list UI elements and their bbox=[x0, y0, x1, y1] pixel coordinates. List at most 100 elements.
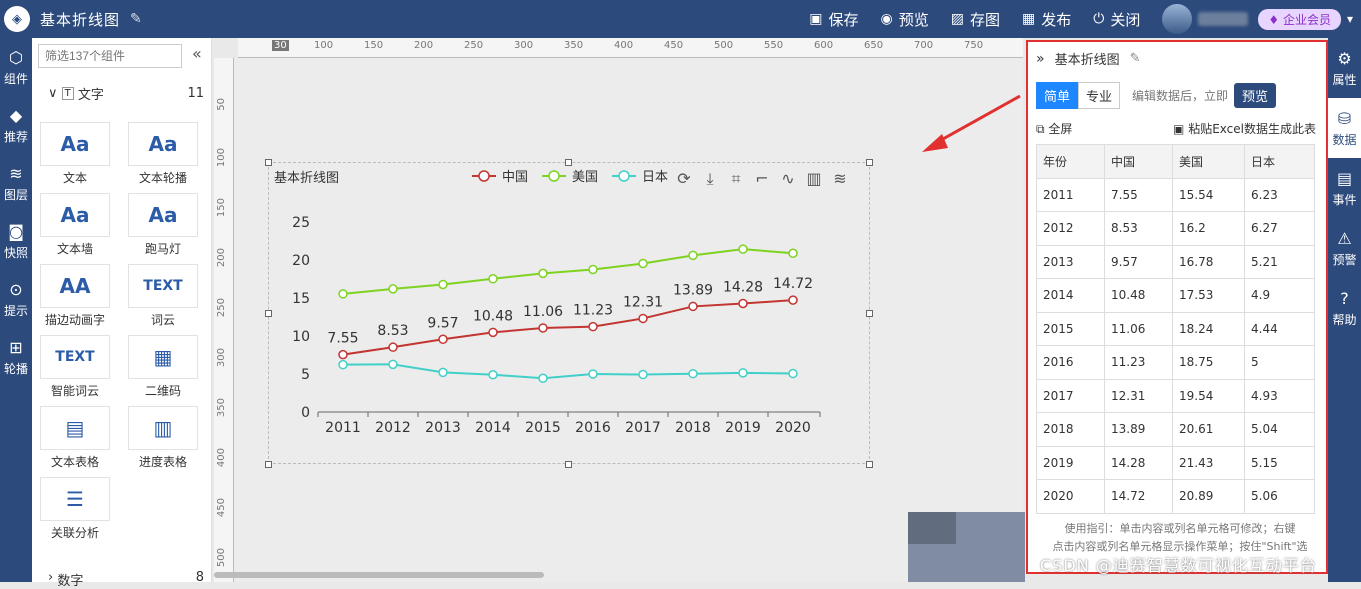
column-header[interactable]: 中国 bbox=[1104, 144, 1173, 179]
table-cell[interactable]: 20.89 bbox=[1172, 479, 1245, 514]
data-point[interactable] bbox=[388, 359, 398, 370]
table-cell[interactable]: 8.53 bbox=[1104, 211, 1173, 246]
table-cell[interactable]: 2015 bbox=[1036, 311, 1105, 346]
left-nav-item-0[interactable]: ⬡ 组件 bbox=[0, 38, 32, 96]
data-point[interactable] bbox=[338, 349, 348, 360]
component-item[interactable]: ▥ 进度表格 bbox=[128, 406, 198, 470]
table-cell[interactable]: 2018 bbox=[1036, 412, 1105, 447]
data-point[interactable] bbox=[588, 369, 598, 379]
table-cell[interactable]: 2016 bbox=[1036, 345, 1105, 380]
series-line-0[interactable] bbox=[342, 299, 794, 356]
data-point[interactable] bbox=[588, 264, 598, 275]
table-cell[interactable]: 18.24 bbox=[1172, 311, 1245, 346]
table-cell[interactable]: 2017 bbox=[1036, 378, 1105, 413]
data-point[interactable] bbox=[338, 289, 348, 299]
table-cell[interactable]: 17.53 bbox=[1172, 278, 1245, 313]
data-point[interactable] bbox=[388, 342, 398, 352]
table-cell[interactable]: 2013 bbox=[1036, 244, 1105, 279]
data-point[interactable] bbox=[788, 368, 798, 379]
data-point[interactable] bbox=[438, 334, 448, 345]
right-nav-item-4[interactable]: ? 帮助 bbox=[1328, 278, 1361, 338]
avatar[interactable] bbox=[1162, 4, 1193, 34]
tab-simple[interactable]: 简单 bbox=[1036, 82, 1079, 109]
series-line-2[interactable] bbox=[342, 363, 794, 380]
legend-item[interactable]: 中国 bbox=[472, 170, 528, 185]
table-cell[interactable]: 20.61 bbox=[1172, 412, 1245, 447]
legend-item[interactable]: 日本 bbox=[612, 170, 668, 185]
toolbar-button-2[interactable]: ▨ 存图 bbox=[951, 9, 1000, 30]
table-cell[interactable]: 5 bbox=[1244, 345, 1315, 380]
crop-reset-icon[interactable]: ⌐ bbox=[755, 169, 768, 188]
component-item[interactable]: ▦ 二维码 bbox=[128, 335, 198, 399]
data-point[interactable] bbox=[488, 327, 498, 338]
minimap-viewport[interactable] bbox=[908, 512, 956, 544]
table-cell[interactable]: 10.48 bbox=[1104, 278, 1173, 313]
data-point[interactable] bbox=[738, 368, 748, 378]
data-point[interactable] bbox=[388, 284, 398, 294]
table-cell[interactable]: 11.23 bbox=[1104, 345, 1173, 380]
table-cell[interactable]: 5.04 bbox=[1244, 412, 1315, 447]
refresh-icon[interactable]: ⟳ bbox=[677, 169, 691, 188]
table-cell[interactable]: 16.78 bbox=[1172, 244, 1245, 279]
toolbar-button-1[interactable]: ◉ 预览 bbox=[881, 9, 929, 30]
data-point[interactable] bbox=[638, 369, 648, 380]
legend-item[interactable]: 美国 bbox=[542, 170, 598, 185]
component-item[interactable]: Aa 文本墙 bbox=[40, 193, 110, 257]
fullscreen-button[interactable]: ⧉ 全屏 bbox=[1036, 120, 1072, 137]
data-point[interactable] bbox=[438, 279, 448, 290]
left-nav-item-4[interactable]: ⊙ 提示 bbox=[0, 270, 32, 328]
component-item[interactable]: TEXT 词云 bbox=[128, 264, 198, 328]
search-input[interactable] bbox=[38, 44, 182, 68]
component-item[interactable]: ☰ 关联分析 bbox=[40, 477, 110, 541]
canvas-scrollbar[interactable] bbox=[214, 572, 544, 578]
table-cell[interactable]: 19.54 bbox=[1172, 378, 1245, 413]
table-cell[interactable]: 4.44 bbox=[1244, 311, 1315, 346]
component-item[interactable]: Aa 文本 bbox=[40, 122, 110, 186]
table-cell[interactable]: 13.89 bbox=[1104, 412, 1173, 447]
column-header[interactable]: 日本 bbox=[1244, 144, 1315, 179]
data-point[interactable] bbox=[438, 367, 448, 378]
data-point[interactable] bbox=[638, 313, 648, 324]
data-point[interactable] bbox=[738, 244, 748, 254]
toolbar-button-3[interactable]: ▦ 发布 bbox=[1022, 9, 1071, 30]
crop-icon[interactable]: ⌗ bbox=[731, 169, 740, 188]
table-cell[interactable]: 5.06 bbox=[1244, 479, 1315, 514]
table-cell[interactable]: 2012 bbox=[1036, 211, 1105, 246]
line-switch-icon[interactable]: ∿ bbox=[781, 169, 794, 188]
table-cell[interactable]: 7.55 bbox=[1104, 177, 1173, 212]
right-nav-item-1[interactable]: ⛁ 数据 bbox=[1328, 98, 1361, 158]
preview-button[interactable]: 预览 bbox=[1234, 83, 1277, 108]
table-cell[interactable]: 9.57 bbox=[1104, 244, 1173, 279]
edit-title-icon[interactable]: ✎ bbox=[130, 11, 142, 27]
table-cell[interactable]: 6.23 bbox=[1244, 177, 1315, 212]
vip-badge[interactable]: ♦ 企业会员 bbox=[1258, 8, 1341, 30]
column-header[interactable]: 年份 bbox=[1036, 144, 1105, 179]
component-item[interactable]: TEXT 智能词云 bbox=[40, 335, 110, 399]
stack-icon[interactable]: ≋ bbox=[833, 169, 846, 188]
component-item[interactable]: Aa 跑马灯 bbox=[128, 193, 198, 257]
table-cell[interactable]: 2014 bbox=[1036, 278, 1105, 313]
table-cell[interactable]: 5.15 bbox=[1244, 445, 1315, 480]
component-item[interactable]: Aa 文本轮播 bbox=[128, 122, 198, 186]
table-cell[interactable]: 14.72 bbox=[1104, 479, 1173, 514]
bar-switch-icon[interactable]: ▥ bbox=[806, 169, 821, 188]
table-cell[interactable]: 21.43 bbox=[1172, 445, 1245, 480]
data-point[interactable] bbox=[688, 301, 698, 312]
paste-excel-button[interactable]: ▣ 粘贴Excel数据生成此表 bbox=[1173, 120, 1316, 137]
table-cell[interactable]: 5.21 bbox=[1244, 244, 1315, 279]
section-text[interactable]: ∨ T 文字 11 bbox=[48, 84, 204, 103]
tab-pro[interactable]: 专业 bbox=[1078, 82, 1121, 109]
data-point[interactable] bbox=[788, 295, 798, 305]
table-cell[interactable]: 16.2 bbox=[1172, 211, 1245, 246]
table-cell[interactable]: 11.06 bbox=[1104, 311, 1173, 346]
data-point[interactable] bbox=[688, 250, 698, 261]
toolbar-button-4[interactable]: ⏻ 关闭 bbox=[1093, 9, 1140, 30]
data-point[interactable] bbox=[488, 274, 498, 284]
table-cell[interactable]: 18.75 bbox=[1172, 345, 1245, 380]
expand-icon[interactable]: » bbox=[1036, 51, 1045, 67]
table-cell[interactable]: 4.93 bbox=[1244, 378, 1315, 413]
table-cell[interactable]: 2020 bbox=[1036, 479, 1105, 514]
table-cell[interactable]: 6.27 bbox=[1244, 211, 1315, 246]
data-point[interactable] bbox=[688, 368, 698, 379]
collapse-icon[interactable]: « bbox=[192, 44, 202, 63]
